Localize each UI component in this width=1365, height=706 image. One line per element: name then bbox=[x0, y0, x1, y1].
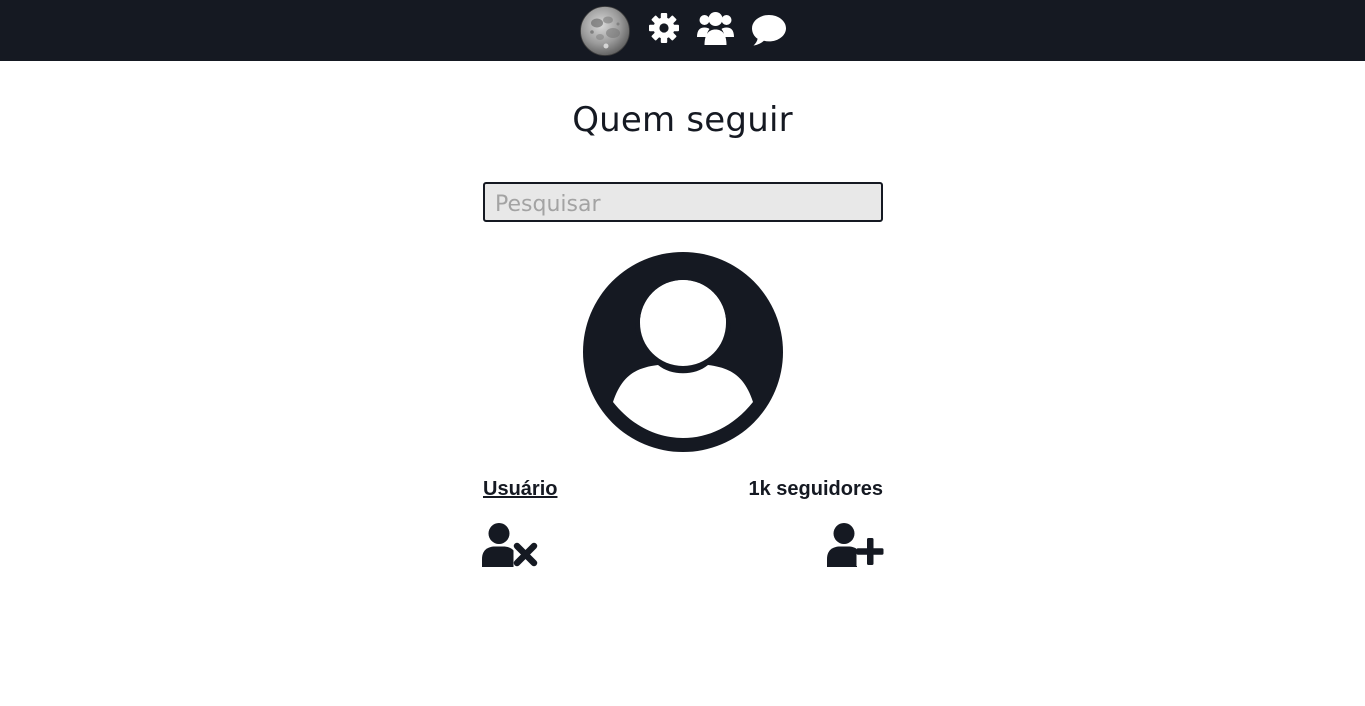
chat-bubble-icon[interactable] bbox=[752, 13, 786, 46]
followers-count: 1k seguidores bbox=[748, 478, 883, 500]
top-navbar bbox=[0, 0, 1365, 61]
user-add-icon bbox=[827, 523, 884, 567]
follow-user-button[interactable] bbox=[827, 523, 884, 567]
moon-logo-icon[interactable] bbox=[580, 6, 630, 56]
page-title: Quem seguir bbox=[572, 100, 793, 140]
user-remove-icon bbox=[482, 523, 538, 567]
users-icon[interactable] bbox=[697, 11, 734, 45]
user-circle-icon bbox=[583, 252, 783, 452]
gear-icon[interactable] bbox=[649, 13, 679, 43]
remove-user-button[interactable] bbox=[482, 523, 538, 567]
username-link[interactable]: Usuário bbox=[483, 478, 557, 501]
search-input[interactable] bbox=[483, 182, 883, 222]
